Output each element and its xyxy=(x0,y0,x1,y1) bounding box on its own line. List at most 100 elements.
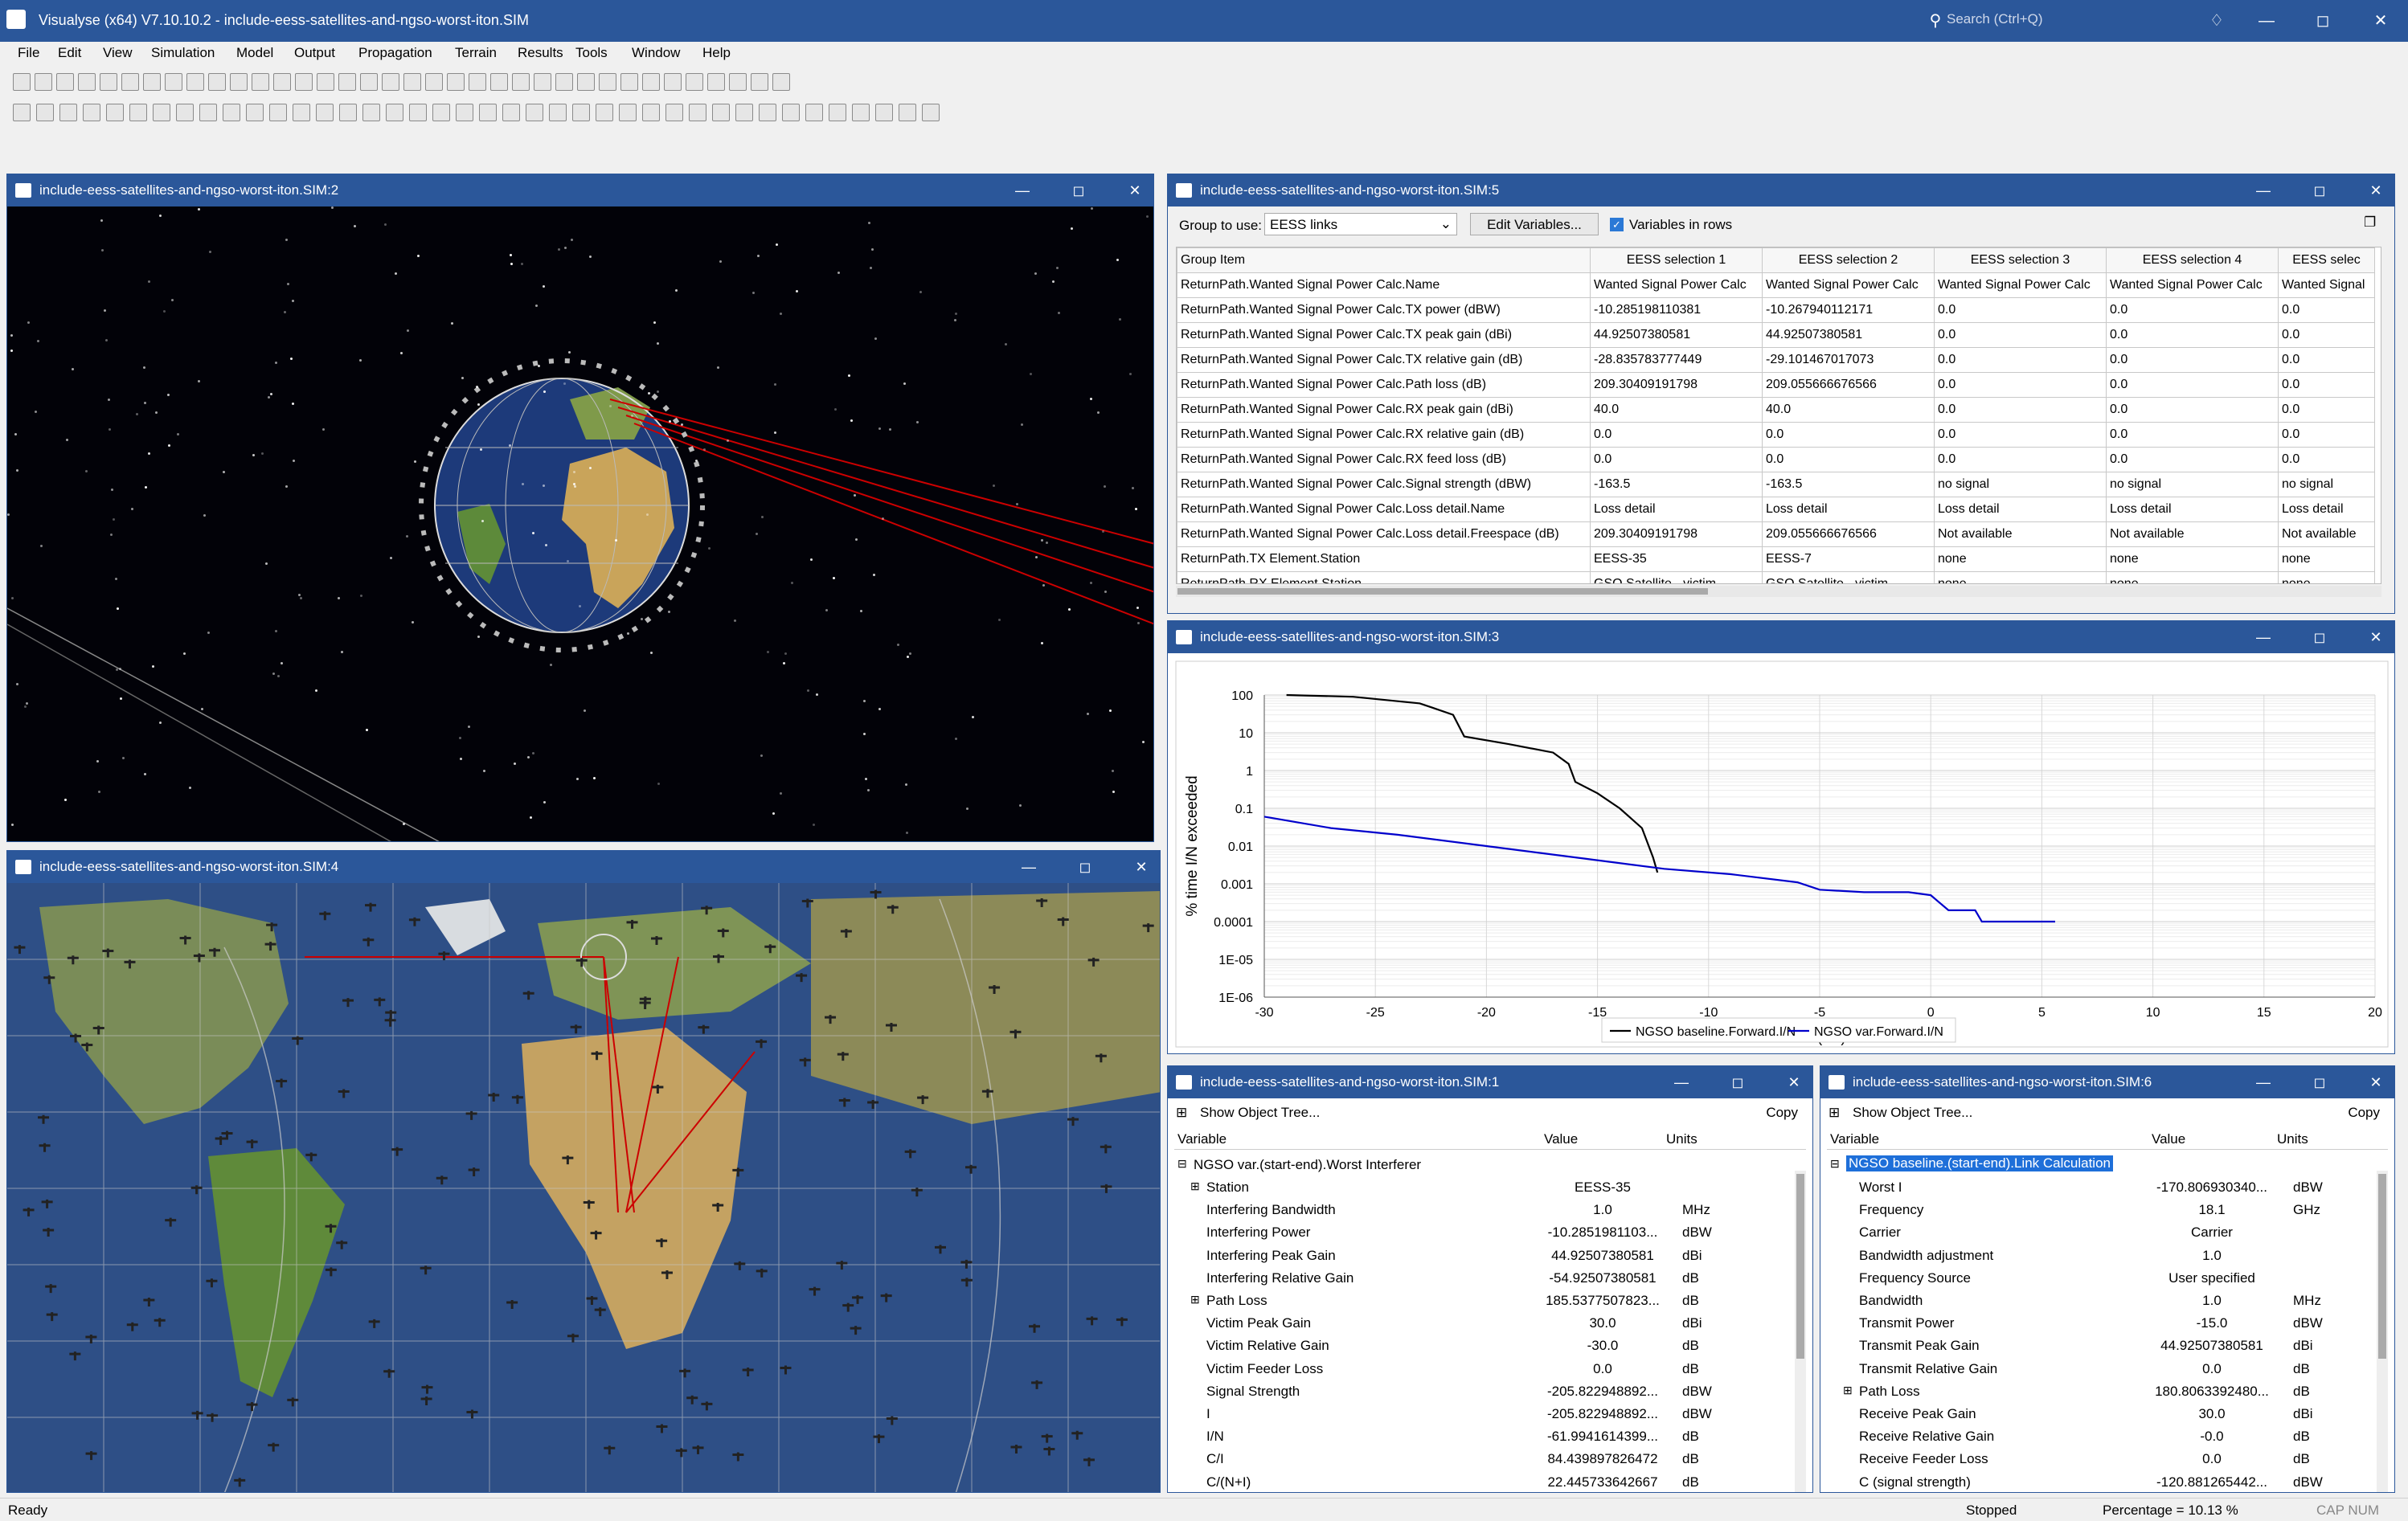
table-cell[interactable]: 209.30409191798 xyxy=(1590,372,1763,398)
menu-item-window[interactable]: Window xyxy=(632,45,680,61)
tree-row[interactable]: C/(N+I) 22.445733642667 dB xyxy=(1174,1470,1788,1492)
expand-icon[interactable]: ⊞ xyxy=(1190,1293,1200,1306)
expand-icon[interactable]: ⊞ xyxy=(1843,1384,1853,1397)
toolbar-button[interactable] xyxy=(555,73,573,91)
table-cell[interactable]: 0.0 xyxy=(2106,297,2279,323)
search-box[interactable]: Search (Ctrl+Q) xyxy=(1921,11,2162,32)
toolbar-button[interactable] xyxy=(686,73,703,91)
tree-row[interactable]: Receive Feeder Loss 0.0 dB xyxy=(1827,1447,2370,1470)
horizontal-scrollbar[interactable] xyxy=(1176,586,2381,597)
toolbar-button[interactable] xyxy=(707,73,725,91)
menu-item-simulation[interactable]: Simulation xyxy=(151,45,215,61)
table-cell[interactable]: -10.285198110381 xyxy=(1590,297,1763,323)
table-cell[interactable]: 0.0 xyxy=(2106,447,2279,472)
row-label[interactable]: ReturnPath.Wanted Signal Power Calc.RX r… xyxy=(1177,422,1591,448)
row-label[interactable]: ReturnPath.Wanted Signal Power Calc.RX f… xyxy=(1177,447,1591,472)
globe-canvas[interactable] xyxy=(7,206,1153,841)
table-cell[interactable]: -10.267940112171 xyxy=(1762,297,1935,323)
maximize-button[interactable]: ◻ xyxy=(2308,626,2332,648)
globe-view-window[interactable]: include-eess-satellites-and-ngso-worst-i… xyxy=(6,174,1154,842)
tree-root[interactable]: ⊟ NGSO var.(start-end).Worst Interferer xyxy=(1174,1153,1806,1176)
toolbar-button[interactable] xyxy=(479,104,497,121)
tree-row[interactable]: I -205.822948892... dBW xyxy=(1174,1402,1788,1425)
show-object-tree-button[interactable]: Show Object Tree... xyxy=(1200,1105,1320,1121)
copy-icon[interactable]: ❐ xyxy=(2364,215,2383,234)
row-label[interactable]: ReturnPath.Wanted Signal Power Calc.RX p… xyxy=(1177,397,1591,423)
toolbar-button[interactable] xyxy=(100,73,117,91)
show-object-tree-button[interactable]: Show Object Tree... xyxy=(1853,1105,1972,1121)
table-cell[interactable]: 40.0 xyxy=(1762,397,1935,423)
column-header[interactable]: EESS selection 3 xyxy=(1934,247,2107,273)
table-cell[interactable]: 0.0 xyxy=(1934,297,2107,323)
toolbar-button[interactable] xyxy=(13,104,31,121)
collapse-icon[interactable]: ⊟ xyxy=(1830,1157,1840,1171)
worst-interferer-window[interactable]: include-eess-satellites-and-ngso-worst-i… xyxy=(1167,1065,1813,1493)
toolbar-button[interactable] xyxy=(534,73,551,91)
table-cell[interactable]: -29.101467017073 xyxy=(1762,347,1935,373)
close-button[interactable]: ✕ xyxy=(1123,179,1147,202)
table-cell[interactable]: 0.0 xyxy=(2278,447,2375,472)
table-cell[interactable]: GSO Satellite - victim xyxy=(1590,571,1763,583)
copy-button[interactable]: Copy xyxy=(1766,1105,1798,1121)
vertical-scrollbar[interactable] xyxy=(1795,1171,1806,1492)
table-cell[interactable]: no signal xyxy=(1934,472,2107,497)
table-cell[interactable]: -163.5 xyxy=(1762,472,1935,497)
table-cell[interactable]: Loss detail xyxy=(1590,497,1763,522)
minimize-button[interactable]: — xyxy=(1010,179,1034,202)
toolbar-button[interactable] xyxy=(829,104,846,121)
toolbar-button[interactable] xyxy=(875,104,893,121)
tree-row[interactable]: Interfering Relative Gain -54.92507380581… xyxy=(1174,1266,1788,1289)
tree-row[interactable]: Interfering Bandwidth 1.0 MHz xyxy=(1174,1198,1788,1220)
map-canvas[interactable] xyxy=(7,883,1160,1492)
table-cell[interactable]: Loss detail xyxy=(2106,497,2279,522)
maximize-button[interactable]: ◻ xyxy=(1726,1071,1750,1094)
table-cell[interactable]: Not available xyxy=(1934,521,2107,547)
tree-row[interactable]: Frequency 18.1 GHz xyxy=(1827,1198,2370,1220)
column-header[interactable]: Units xyxy=(2277,1131,2308,1147)
toolbar-button[interactable] xyxy=(13,73,31,91)
menu-item-view[interactable]: View xyxy=(103,45,133,61)
close-button[interactable]: ✕ xyxy=(2364,1071,2388,1094)
table-cell[interactable]: 44.92507380581 xyxy=(1762,322,1935,348)
column-header[interactable]: Variable xyxy=(1830,1131,1879,1147)
tree-row[interactable]: ⊞ Path Loss 185.5377507823... dB xyxy=(1174,1289,1788,1311)
toolbar-button[interactable] xyxy=(338,73,356,91)
toolbar-button[interactable] xyxy=(447,73,465,91)
table-cell[interactable]: Wanted Signal xyxy=(2278,272,2375,298)
menu-item-edit[interactable]: Edit xyxy=(58,45,81,61)
table-cell[interactable]: Wanted Signal Power Calc xyxy=(2106,272,2279,298)
table-cell[interactable]: 0.0 xyxy=(2278,297,2375,323)
row-label[interactable]: ReturnPath.Wanted Signal Power Calc.TX r… xyxy=(1177,347,1591,373)
close-button[interactable]: ✕ xyxy=(1129,856,1153,878)
table-cell[interactable]: 0.0 xyxy=(2278,422,2375,448)
minimize-button[interactable]: — xyxy=(2251,179,2275,202)
toolbar-button[interactable] xyxy=(186,73,204,91)
toolbar-button[interactable] xyxy=(293,104,310,121)
tree-row[interactable]: Receive Relative Gain -0.0 dB xyxy=(1827,1425,2370,1447)
table-cell[interactable]: 0.0 xyxy=(2278,322,2375,348)
toolbar-button[interactable] xyxy=(83,104,100,121)
tree-row[interactable]: Worst I -170.806930340... dBW xyxy=(1827,1176,2370,1198)
toolbar-button[interactable] xyxy=(230,73,248,91)
toolbar-button[interactable] xyxy=(360,73,378,91)
table-cell[interactable]: 0.0 xyxy=(2278,347,2375,373)
table-cell[interactable]: 0.0 xyxy=(1934,447,2107,472)
bell-icon[interactable]: ♢ xyxy=(2205,10,2228,32)
close-button[interactable]: ✕ xyxy=(2364,179,2388,202)
table-cell[interactable]: EESS-35 xyxy=(1590,546,1763,572)
row-label[interactable]: ReturnPath.Wanted Signal Power Calc.Name xyxy=(1177,272,1591,298)
tree-row[interactable]: C (signal strength) -120.881265442... dBW xyxy=(1827,1470,2370,1492)
menu-item-output[interactable]: Output xyxy=(294,45,335,61)
maximize-button[interactable]: ◻ xyxy=(1067,179,1091,202)
link-calculation-window[interactable]: include-eess-satellites-and-ngso-worst-i… xyxy=(1820,1065,2395,1493)
table-cell[interactable]: 209.055666676566 xyxy=(1762,372,1935,398)
table-cell[interactable]: 0.0 xyxy=(2278,397,2375,423)
toolbar-button[interactable] xyxy=(456,104,473,121)
toolbar-button[interactable] xyxy=(577,73,595,91)
tree-row[interactable]: Carrier Carrier xyxy=(1827,1220,2370,1243)
toolbar-button[interactable] xyxy=(199,104,217,121)
expand-tree-icon[interactable]: ⊞ xyxy=(1176,1105,1190,1120)
menu-item-propagation[interactable]: Propagation xyxy=(358,45,432,61)
map-view-window[interactable]: include-eess-satellites-and-ngso-worst-i… xyxy=(6,850,1161,1493)
chart-window[interactable]: include-eess-satellites-and-ngso-worst-i… xyxy=(1167,620,2395,1054)
